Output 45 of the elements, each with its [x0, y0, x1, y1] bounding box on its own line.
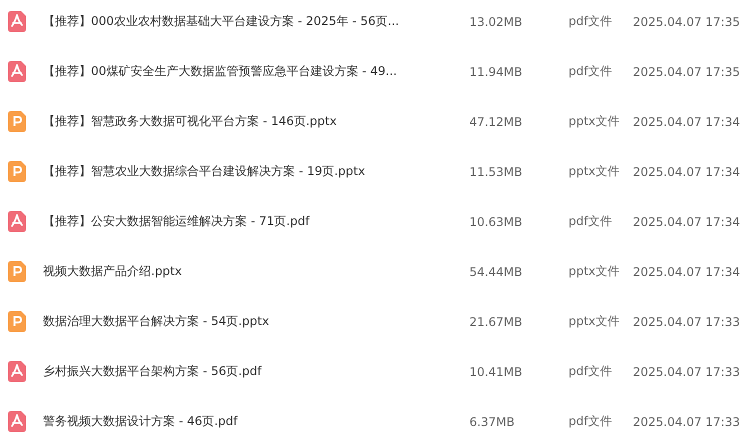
file-type: pdf文件	[568, 13, 613, 30]
file-type: pdf文件	[568, 413, 613, 430]
file-size: 13.02MB	[469, 14, 524, 28]
pdf-file-icon	[8, 361, 26, 382]
presentation-file-icon	[8, 161, 26, 182]
pdf-file-icon	[8, 211, 26, 232]
file-type: pdf文件	[568, 213, 613, 230]
modified-date: 2025.04.07 17:34	[632, 214, 740, 228]
modified-date: 2025.04.07 17:35	[632, 14, 740, 28]
file-type: pptx文件	[568, 313, 620, 330]
file-name[interactable]: 【推荐】智慧政务大数据可视化平台方案 - 146页.pptx	[43, 113, 470, 130]
pdf-file-icon	[8, 61, 26, 82]
modified-date: 2025.04.07 17:34	[632, 114, 740, 128]
file-type: pdf文件	[568, 363, 613, 380]
presentation-file-icon	[8, 311, 26, 332]
pdf-file-icon	[8, 11, 26, 32]
file-type: pptx文件	[568, 113, 620, 130]
file-name[interactable]: 【推荐】智慧农业大数据综合平台建设解决方案 - 19页.pptx	[43, 163, 470, 180]
modified-date: 2025.04.07 17:34	[632, 264, 740, 278]
modified-date: 2025.04.07 17:33	[632, 314, 740, 328]
modified-date: 2025.04.07 17:35	[632, 64, 740, 78]
file-name[interactable]: 视频大数据产品介绍.pptx	[43, 263, 470, 280]
file-size: 11.53MB	[469, 164, 524, 178]
pdf-file-icon	[8, 411, 26, 432]
file-type: pptx文件	[568, 263, 620, 280]
file-name[interactable]: 【推荐】000农业农村数据基础大平台建设方案 - 2025年 - 56页...	[43, 13, 470, 30]
file-size: 6.37MB	[469, 414, 516, 428]
modified-date: 2025.04.07 17:34	[632, 164, 740, 178]
file-size: 11.94MB	[469, 64, 524, 78]
presentation-file-icon	[8, 261, 26, 282]
file-name[interactable]: 乡村振兴大数据平台架构方案 - 56页.pdf	[43, 363, 470, 380]
modified-date: 2025.04.07 17:33	[632, 364, 740, 378]
file-name[interactable]: 【推荐】公安大数据智能运维解决方案 - 71页.pdf	[43, 213, 470, 230]
file-name[interactable]: 数据治理大数据平台解决方案 - 54页.pptx	[43, 313, 470, 330]
file-name[interactable]: 警务视频大数据设计方案 - 46页.pdf	[43, 413, 470, 430]
file-type: pdf文件	[568, 63, 613, 80]
modified-date: 2025.04.07 17:33	[632, 414, 740, 428]
file-type: pptx文件	[568, 163, 620, 180]
file-size: 47.12MB	[469, 114, 524, 128]
file-size: 10.41MB	[469, 364, 524, 378]
file-size: 21.67MB	[469, 314, 524, 328]
file-name[interactable]: 【推荐】00煤矿安全生产大数据监管预警应急平台建设方案 - 49...	[43, 63, 470, 80]
file-size: 10.63MB	[469, 214, 524, 228]
presentation-file-icon	[8, 111, 26, 132]
file-size: 54.44MB	[469, 264, 524, 278]
